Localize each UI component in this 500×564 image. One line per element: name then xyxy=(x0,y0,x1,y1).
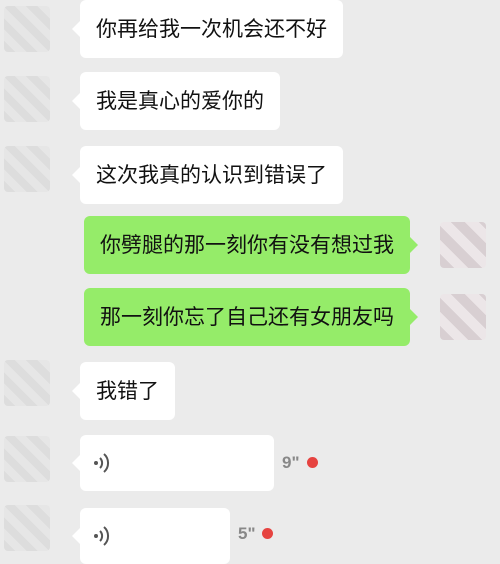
contact-avatar[interactable] xyxy=(4,6,50,52)
incoming-message[interactable]: 我错了 xyxy=(72,362,175,420)
voice-duration: 5" xyxy=(238,524,256,543)
incoming-message[interactable]: 这次我真的认识到错误了 xyxy=(72,146,343,204)
unread-dot xyxy=(307,457,318,468)
incoming-message[interactable]: 你再给我一次机会还不好 xyxy=(72,0,343,58)
contact-avatar[interactable] xyxy=(4,436,50,482)
contact-avatar[interactable] xyxy=(4,505,50,551)
unread-dot xyxy=(262,528,273,539)
outgoing-message[interactable]: 那一刻你忘了自己还有女朋友吗 xyxy=(84,288,418,346)
voice-wave-icon xyxy=(94,453,110,473)
incoming-message[interactable]: 我是真心的爱你的 xyxy=(72,72,280,130)
outgoing-message[interactable]: 你劈腿的那一刻你有没有想过我 xyxy=(84,216,418,274)
voice-wave-icon xyxy=(94,526,110,546)
contact-avatar[interactable] xyxy=(4,360,50,406)
chat-window: 你再给我一次机会还不好 我是真心的爱你的 这次我真的认识到错误了 你劈腿的那一刻… xyxy=(0,0,500,564)
contact-avatar[interactable] xyxy=(4,146,50,192)
voice-duration: 9" xyxy=(282,453,300,472)
self-avatar[interactable] xyxy=(440,222,486,268)
voice-message[interactable] xyxy=(72,435,274,491)
voice-message[interactable] xyxy=(72,508,230,564)
self-avatar[interactable] xyxy=(440,294,486,340)
contact-avatar[interactable] xyxy=(4,76,50,122)
